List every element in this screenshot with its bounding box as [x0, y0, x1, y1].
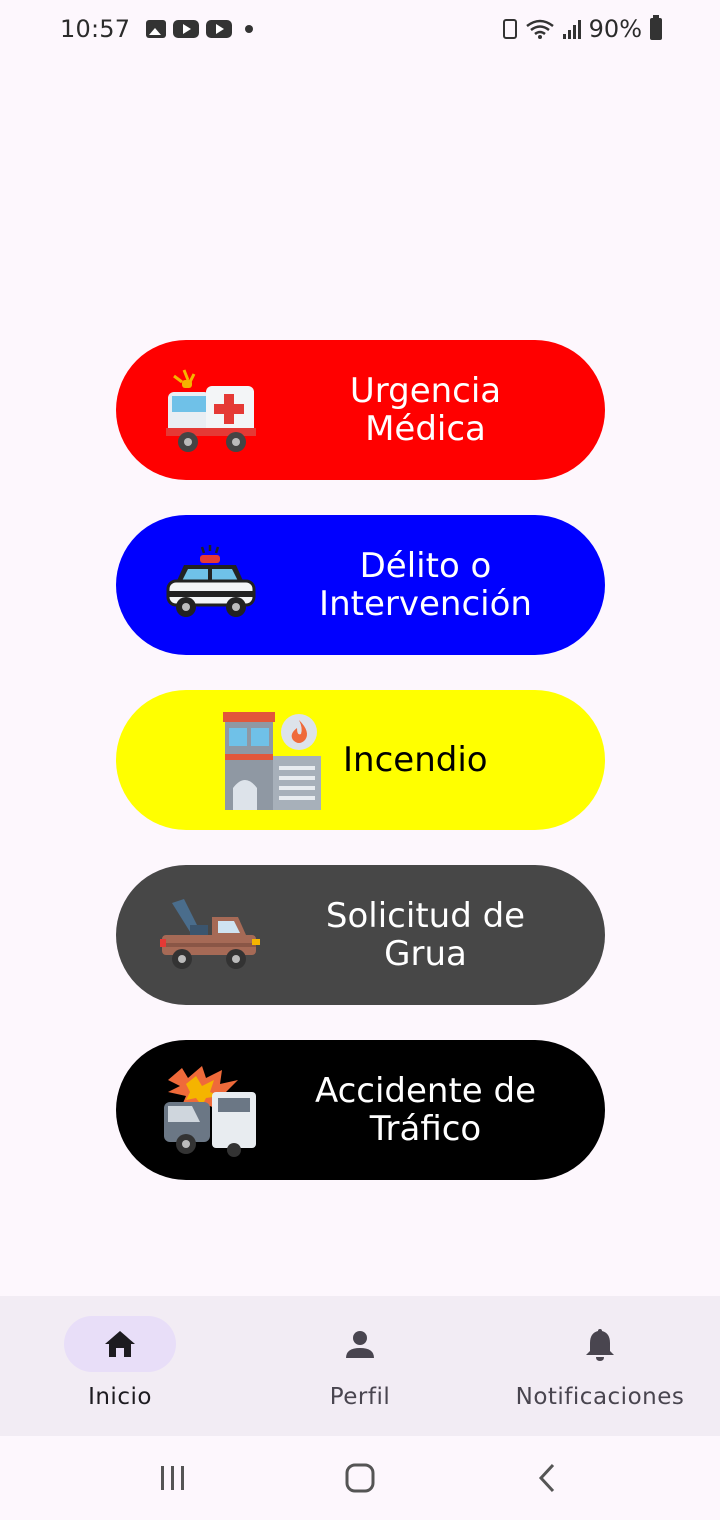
crime-intervention-label: Délito o Intervención	[319, 546, 532, 624]
nav-active-indicator	[64, 1316, 176, 1372]
back-button[interactable]	[517, 1448, 577, 1508]
battery-icon	[650, 15, 662, 40]
ambulance-icon	[160, 360, 260, 460]
fire-label: Incendio	[343, 740, 488, 780]
recent-apps-button[interactable]	[143, 1448, 203, 1508]
person-icon	[346, 1331, 374, 1358]
traffic-accident-label: Accidente de Tráfico	[314, 1071, 537, 1149]
nav-icon-container	[304, 1316, 416, 1372]
nav-item-inicio[interactable]: Inicio	[0, 1296, 240, 1436]
emergency-menu: Urgencia Médica Délito o Intervención In…	[116, 340, 605, 1215]
fire-button[interactable]: Incendio	[116, 690, 605, 830]
back-icon	[538, 1463, 554, 1493]
medical-emergency-label: Urgencia Médica	[349, 371, 502, 449]
car-crash-icon	[160, 1060, 260, 1160]
youtube-icon	[206, 20, 233, 38]
nav-label-notificaciones: Notificaciones	[515, 1384, 685, 1410]
home-button[interactable]	[330, 1448, 390, 1508]
gallery-icon	[146, 20, 167, 38]
wifi-icon	[525, 19, 554, 39]
bottom-navigation: Inicio Perfil Notificaciones	[0, 1296, 720, 1436]
traffic-accident-button[interactable]: Accidente de Tráfico	[116, 1040, 605, 1180]
battery-percent: 90%	[588, 15, 642, 43]
nav-label-perfil: Perfil	[329, 1384, 391, 1410]
nav-item-perfil[interactable]: Perfil	[240, 1296, 480, 1436]
status-right: 90%	[502, 15, 662, 43]
tow-truck-button[interactable]: Solicitud de Grua	[116, 865, 605, 1005]
police-car-icon	[160, 535, 260, 635]
signal-icon	[562, 19, 581, 39]
status-time: 10:57	[60, 15, 131, 43]
more-notifications-icon	[245, 25, 254, 33]
medical-emergency-button[interactable]: Urgencia Médica	[116, 340, 605, 480]
tow-truck-label: Solicitud de Grua	[325, 896, 526, 974]
youtube-icon	[173, 20, 200, 38]
battery-saver-icon	[502, 19, 517, 39]
home-icon	[105, 1331, 135, 1357]
burning-building-icon	[216, 710, 326, 810]
nav-icon-container	[544, 1316, 656, 1372]
system-navigation-bar	[0, 1436, 720, 1520]
status-bar: 10:57 90%	[0, 0, 720, 58]
nav-label-inicio: Inicio	[88, 1384, 152, 1410]
home-circle-icon	[345, 1463, 375, 1493]
nav-item-notificaciones[interactable]: Notificaciones	[480, 1296, 720, 1436]
notification-icons	[146, 20, 254, 38]
bell-icon	[586, 1329, 614, 1361]
status-left: 10:57	[60, 15, 254, 43]
crime-intervention-button[interactable]: Délito o Intervención	[116, 515, 605, 655]
recent-apps-icon	[161, 1466, 185, 1490]
tow-truck-icon	[160, 885, 260, 985]
